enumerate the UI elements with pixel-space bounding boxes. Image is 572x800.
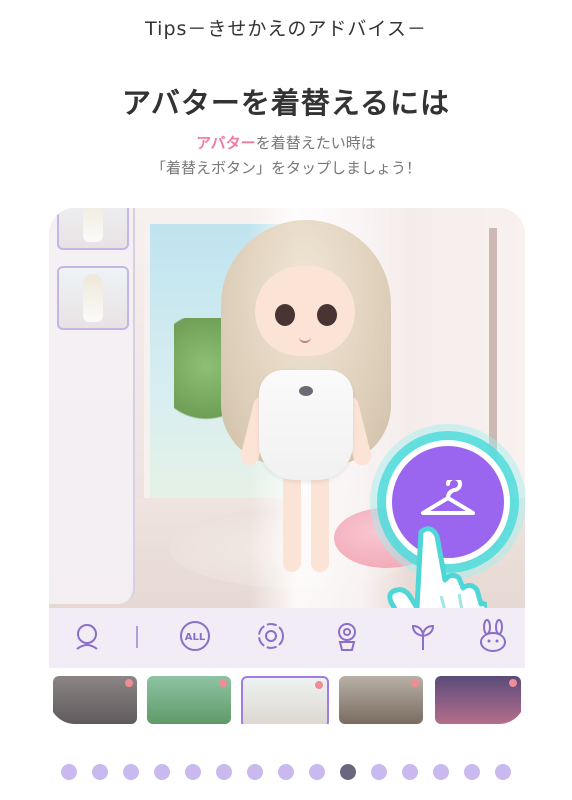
category-toolbar: ALL — [49, 608, 525, 668]
bunny-icon[interactable] — [475, 618, 511, 654]
new-badge — [125, 679, 133, 687]
page-dot[interactable] — [309, 764, 325, 780]
dress-bow — [299, 386, 313, 396]
plant-icon[interactable] — [405, 618, 441, 654]
background-thumbnail-strip — [49, 668, 525, 724]
bg-thumbnail-room-dark[interactable] — [53, 676, 137, 724]
page-dot[interactable] — [433, 764, 449, 780]
avatar-face-icon[interactable] — [69, 618, 105, 654]
bg-thumbnail-white-room[interactable] — [241, 676, 329, 724]
new-badge — [411, 679, 419, 687]
avatar — [221, 220, 391, 590]
page-dot[interactable] — [464, 764, 480, 780]
description-line-2: 「着替えボタン」をタップしましょう！ — [150, 159, 421, 177]
page-dot-active[interactable] — [340, 764, 356, 780]
outfit-side-panel — [49, 208, 135, 604]
page-dot[interactable] — [123, 764, 139, 780]
hanger-icon — [419, 476, 477, 524]
avatar-eye-left — [275, 304, 295, 326]
bg-thumbnail-house-exterior[interactable] — [339, 676, 423, 724]
room-scene — [49, 208, 525, 655]
avatar-leg-left — [283, 472, 301, 572]
new-badge — [315, 681, 323, 689]
flower-outline-icon[interactable] — [253, 618, 289, 654]
avatar-eye-right — [317, 304, 337, 326]
outfit-thumbnail[interactable] — [57, 266, 129, 330]
outfit-thumbnail-figure — [83, 274, 103, 322]
avatar-dress — [259, 370, 353, 480]
tips-header: Tips－きせかえのアドバイス－ — [145, 18, 427, 40]
description-line-1: アバターを着替えたい時は — [0, 131, 572, 156]
page-dot[interactable] — [278, 764, 294, 780]
page-dot[interactable] — [185, 764, 201, 780]
avatar-face — [255, 266, 355, 356]
page-indicator — [0, 764, 572, 780]
toolbar-divider — [136, 626, 138, 648]
flower-pot-icon[interactable] — [329, 618, 365, 654]
avatar-leg-right — [311, 472, 329, 572]
outfit-thumbnail-figure — [83, 208, 103, 242]
page-dot[interactable] — [216, 764, 232, 780]
app-screenshot: ALL — [49, 208, 525, 724]
all-label: ALL — [185, 632, 206, 643]
page-dot[interactable] — [154, 764, 170, 780]
page-title: アバターを着替えるには — [122, 86, 450, 120]
page-dot[interactable] — [402, 764, 418, 780]
page-dot[interactable] — [92, 764, 108, 780]
outfit-thumbnail[interactable] — [57, 208, 129, 250]
description: アバターを着替えたい時は 「着替えボタン」をタップしましょう！ — [0, 131, 572, 181]
new-badge — [219, 679, 227, 687]
bg-thumbnail-garden[interactable] — [147, 676, 231, 724]
page-dot[interactable] — [495, 764, 511, 780]
description-highlight: アバター — [196, 134, 256, 152]
page-dot[interactable] — [371, 764, 387, 780]
page-dot[interactable] — [61, 764, 77, 780]
page-dot[interactable] — [247, 764, 263, 780]
new-badge — [509, 679, 517, 687]
bg-thumbnail-night-city[interactable] — [435, 676, 521, 724]
avatar-mouth — [299, 336, 311, 343]
description-line-1-rest: を着替えたい時は — [255, 134, 376, 152]
all-icon[interactable]: ALL — [177, 618, 213, 654]
